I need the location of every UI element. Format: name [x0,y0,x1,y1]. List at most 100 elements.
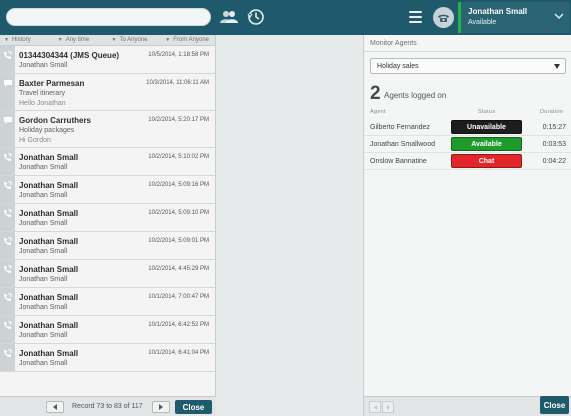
history-item-date: 10/5/2014, 1:18:58 PM [148,52,209,58]
filter-to[interactable]: ▼ To Anyone [108,35,162,45]
column-header-status: Status [478,109,496,115]
agent-name: Onslow Bannatine [370,158,427,165]
history-item-detail: Jonathan Small [19,276,68,283]
history-item-detail: Travel itinerary [19,90,66,97]
filter-history[interactable]: ▼ History [0,35,54,45]
agent-count-label: Agents logged on [384,91,447,100]
history-item-detail: Jonathan Small [19,332,68,339]
history-item[interactable]: Jonathan Small 10/1/2014, 6:41:04 PM Jonat… [0,344,215,372]
agent-duration: 0:04:22 [542,158,566,165]
agent-name: Jonathan Smallwood [370,141,435,148]
agent-count: 2 [370,83,381,104]
user-status: Available [468,19,497,26]
call-icon [0,176,15,203]
history-item-detail: Jonathan Small [19,248,68,255]
call-icon [0,232,15,259]
monitor-footer: Close [364,396,571,416]
history-item-detail: Jonathan Small [19,62,68,69]
dropdown-arrow-icon [554,64,560,69]
agent-status-button[interactable]: Available [451,137,522,151]
history-item-detail: Jonathan Small [19,360,68,367]
call-icon [0,316,15,343]
pager-text: Record 73 to 83 of 117 [72,403,143,410]
contacts-icon[interactable] [218,6,240,28]
history-close-button[interactable]: Close [175,400,212,414]
history-item-name: Gordon Carruthers [19,116,92,125]
history-item-name: Jonathan Small [19,265,79,274]
prev-page-button[interactable] [46,401,64,413]
history-item-date: 10/2/2014, 5:20:17 PM [148,117,209,123]
agent-duration: 0:15:27 [542,124,566,131]
history-item-date: 10/2/2014, 5:09:16 PM [148,182,209,188]
filter-time[interactable]: ▼ Any time [54,35,108,45]
history-item-name: Baxter Parmesan [19,79,85,88]
chevron-down-icon [554,13,564,19]
content-area [217,35,363,416]
top-bar: Jonathan Small Available [0,0,571,35]
panel-title: Monitor Agents [370,40,417,47]
history-item-name: Jonathan Small [19,293,79,302]
filter-from[interactable]: ▼ From Anyone [161,35,215,45]
history-item[interactable]: Jonathan Small 10/2/2014, 5:09:10 PM Jonat… [0,204,215,232]
agent-duration: 0:03:53 [542,141,566,148]
chat-icon [0,74,15,110]
column-header-duration: Duration [540,109,564,115]
history-item-date: 10/2/2014, 4:45:29 PM [148,266,209,272]
call-icon [0,260,15,287]
history-item[interactable]: 01344304344 (JMS Queue) 10/5/2014, 1:18:5… [0,46,215,74]
phone-icon[interactable] [433,7,454,28]
history-item-detail: Jonathan Small [19,220,68,227]
next-page-button[interactable] [152,401,170,413]
history-item-message: Hello Jonathan [19,100,66,107]
history-item-name: Jonathan Small [19,181,79,190]
history-icon[interactable] [245,6,267,28]
search-input[interactable] [6,8,211,26]
history-item-detail: Jonathan Small [19,304,68,311]
next-icon[interactable] [382,401,394,413]
history-item-date: 10/2/2014, 5:10:02 PM [148,154,209,160]
history-item[interactable]: Gordon Carruthers 10/2/2014, 5:20:17 PM Ho… [0,111,215,148]
divider [364,51,571,52]
group-select-value: Holiday sales [377,63,419,70]
history-item[interactable]: Jonathan Small 10/1/2014, 7:00:47 PM Jonat… [0,288,215,316]
column-header-agent: Agent [370,109,386,115]
prev-icon[interactable] [369,401,381,413]
chat-icon [0,111,15,147]
agent-row: Jonathan Smallwood Available 0:03:53 [364,136,571,153]
call-icon [0,344,15,371]
history-item-date: 10/1/2014, 7:00:47 PM [148,294,209,300]
group-select[interactable]: Holiday sales [370,58,566,74]
menu-icon[interactable] [409,11,422,23]
history-item-name: Jonathan Small [19,209,79,218]
history-item-name: Jonathan Small [19,321,79,330]
call-icon [0,46,15,73]
history-item[interactable]: Jonathan Small 10/2/2014, 4:45:29 PM Jonat… [0,260,215,288]
agent-status-button[interactable]: Unavailable [451,120,522,134]
monitor-close-button[interactable]: Close [540,396,569,414]
agent-status-button[interactable]: Chat [451,154,522,168]
monitor-agents-panel: Monitor Agents Holiday sales 2 Agents lo… [363,35,571,416]
agent-row: Onslow Bannatine Chat 0:04:22 [364,153,571,170]
history-panel: ▼ History ▼ Any time ▼ To Anyone ▼ From Anyo… [0,35,216,416]
history-item-name: Jonathan Small [19,153,79,162]
history-item[interactable]: Jonathan Small 10/1/2014, 6:42:52 PM Jonat… [0,316,215,344]
user-status-menu[interactable]: Jonathan Small Available [458,2,570,33]
history-item-name: Jonathan Small [19,237,79,246]
history-item-detail: Holiday packages [19,127,75,134]
history-item-date: 10/2/2014, 5:09:10 PM [148,210,209,216]
history-item[interactable]: Jonathan Small 10/2/2014, 5:10:02 PM Jonat… [0,148,215,176]
call-icon [0,148,15,175]
user-name: Jonathan Small [468,7,528,16]
history-list: 01344304344 (JMS Queue) 10/5/2014, 1:18:5… [0,46,215,372]
history-item[interactable]: Baxter Parmesan 10/3/2014, 11:06:11 AM Tra… [0,74,215,111]
agent-row: Gilberto Fernandez Unavailable 0:15:27 [364,119,571,136]
history-filter-bar: ▼ History ▼ Any time ▼ To Anyone ▼ From Anyo… [0,35,215,46]
history-item[interactable]: Jonathan Small 10/2/2014, 5:09:01 PM Jonat… [0,232,215,260]
history-item-date: 10/1/2014, 6:42:52 PM [148,322,209,328]
history-item[interactable]: Jonathan Small 10/2/2014, 5:09:16 PM Jonat… [0,176,215,204]
history-item-detail: Jonathan Small [19,164,68,171]
history-item-date: 10/1/2014, 6:41:04 PM [148,350,209,356]
history-item-detail: Jonathan Small [19,192,68,199]
history-item-name: Jonathan Small [19,349,79,358]
call-icon [0,288,15,315]
